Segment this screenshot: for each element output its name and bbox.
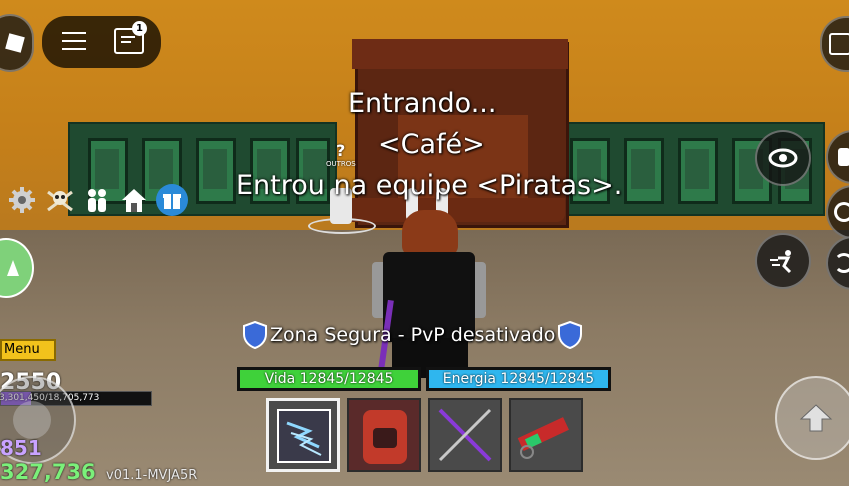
chat-badge: 1 (132, 21, 147, 36)
hotbar-slot-4[interactable] (509, 398, 583, 472)
hotbar-slot-1[interactable] (266, 398, 340, 472)
menu-button[interactable]: Menu (0, 339, 56, 361)
hamburger-icon[interactable] (62, 32, 86, 50)
fragments-counter: 851 (0, 436, 42, 460)
hotbar-slot-2[interactable] (347, 398, 421, 472)
skull-crossbones-icon[interactable] (45, 186, 75, 214)
npc-tag: OUTROS (326, 160, 356, 168)
gun-icon (517, 417, 569, 459)
home-icon[interactable] (120, 186, 148, 214)
game-viewport[interactable]: ? OUTROS (0, 0, 849, 486)
beli-counter: 327,736 (0, 460, 96, 484)
backpack-icon (829, 33, 849, 55)
top-menu-pill: 1 (42, 16, 161, 68)
compass-icon (7, 260, 19, 276)
energy-bar: Energia 12845/12845 (426, 367, 611, 391)
entering-message: Entrando... (348, 88, 497, 119)
joystick-thumb[interactable] (13, 401, 51, 439)
eye-icon (768, 148, 798, 168)
version-label: v01.1-MVJA5R (106, 468, 198, 483)
npc-question-mark: ? (336, 141, 346, 160)
location-name: <Café> (378, 129, 485, 160)
crew-icon[interactable] (83, 186, 111, 214)
shield-icon (558, 321, 583, 349)
safe-zone-banner: Zona Segura - PvP desativado (242, 321, 583, 349)
hotbar-slot-3[interactable] (428, 398, 502, 472)
roblox-logo-icon (5, 33, 25, 53)
swirl-icon (834, 253, 849, 273)
dash-button[interactable] (755, 233, 811, 289)
fist-icon (838, 148, 849, 166)
lightning-claw-icon (277, 409, 331, 463)
shield-icon (243, 321, 267, 349)
dash-icon (770, 250, 792, 274)
gift-icon[interactable] (156, 184, 188, 216)
player-head (402, 210, 458, 256)
safe-zone-text: Zona Segura - PvP desativado (270, 324, 556, 346)
dual-sword-icon (438, 408, 492, 462)
jump-icon (799, 404, 833, 432)
team-message: Entrou na equipe <Piratas>. (236, 170, 623, 201)
devil-fruit-icon (363, 410, 407, 464)
cafe-counter (345, 198, 565, 222)
observation-button[interactable] (755, 130, 811, 186)
spin-icon (834, 202, 849, 222)
gear-icon[interactable] (8, 186, 36, 214)
health-bar: Vida 12845/12845 (237, 367, 421, 391)
jump-button[interactable] (775, 376, 849, 460)
